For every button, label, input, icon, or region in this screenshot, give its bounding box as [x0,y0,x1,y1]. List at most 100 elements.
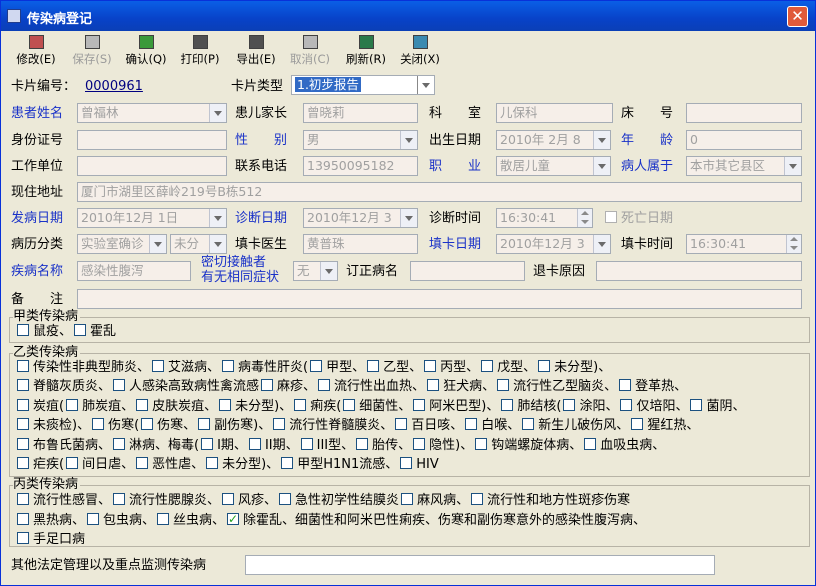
disease-checkbox[interactable]: 副伤寒)、 [198,418,271,433]
disease-checkbox[interactable]: 阿米巴型)、 [413,398,499,414]
checkbox-icon[interactable] [113,437,126,450]
chevron-down-icon[interactable] [209,104,226,122]
checkbox-icon[interactable] [87,512,100,525]
disease-checkbox[interactable]: 未分型)、 [538,360,611,375]
disease-checkbox[interactable]: 伤寒( [92,418,139,433]
checkbox-icon[interactable] [17,379,29,392]
chevron-down-icon[interactable] [400,131,417,149]
birth-date-field[interactable]: 2010年 2月 8 [496,130,611,150]
chevron-down-icon[interactable] [593,157,610,175]
disease-checkbox[interactable]: 鼠疫、 [17,324,72,339]
disease-checkbox[interactable]: 流行性脊髓膜炎、 [273,418,393,433]
checkbox-icon[interactable] [471,493,484,505]
toolbar-button-close[interactable]: 关闭(X) [393,35,447,69]
checkbox-icon[interactable] [294,398,307,411]
disease-checkbox[interactable]: 麻风病、 [401,493,469,508]
checkbox-icon[interactable] [563,398,576,411]
checkbox-icon[interactable] [136,398,149,411]
case-class2-select[interactable]: 未分 [170,234,227,254]
disease-checkbox[interactable]: 淋病、梅毒( [113,437,199,453]
patient-name-field[interactable]: 曾福林 [77,103,227,123]
disease-checkbox[interactable]: 艾滋病、 [152,360,220,375]
disease-checkbox[interactable]: 流行性乙型脑炎、 [497,379,617,394]
disease-checkbox[interactable]: 流行性感冒、 [17,493,111,508]
checkbox-icon[interactable] [481,360,494,372]
disease-checkbox[interactable]: 隐性)、 [413,437,473,453]
checkbox-icon[interactable] [522,418,535,431]
disease-checkbox[interactable]: II期、 [248,437,299,453]
death-checkbox[interactable]: 死亡日期 [605,209,673,229]
disease-checkbox[interactable]: 肺炭疽、 [66,398,134,414]
checkbox-icon[interactable] [92,418,105,431]
disease-checkbox[interactable]: 未分型)、 [219,398,292,414]
disease-checkbox[interactable]: 血吸虫病、 [584,437,665,453]
checkbox-icon[interactable] [248,437,261,450]
chevron-down-icon[interactable] [417,76,434,94]
disease-checkbox[interactable]: 除霍乱、细菌性和阿米巴性痢疾、伤寒和副伤寒意外的感染性腹泻病、 [227,510,646,528]
fill-date-field[interactable]: 2010年12月 3 [496,234,611,254]
checkbox-icon[interactable] [273,418,286,431]
checkbox-icon[interactable] [427,379,440,392]
disease-checkbox[interactable]: 布鲁氏菌病、 [17,437,111,453]
checkbox-icon[interactable] [17,398,29,411]
checkbox-icon[interactable] [261,379,274,392]
checkbox-icon[interactable] [113,379,126,392]
disease-checkbox[interactable]: 包虫病、 [87,512,155,528]
chevron-down-icon[interactable] [209,235,226,253]
disease-checkbox[interactable]: 戊型、 [481,360,536,375]
contact-select[interactable]: 无 [293,261,338,281]
title-bar[interactable]: 传染病登记 ✕ [1,1,815,31]
checkbox-icon[interactable] [17,324,29,336]
checkbox-icon[interactable] [413,398,426,411]
disease-checkbox[interactable]: 乙型、 [367,360,422,375]
toolbar-button-cancel[interactable]: 取消(C) [283,35,337,69]
disease-checkbox[interactable]: 黑热病、 [17,512,85,528]
chevron-down-icon[interactable] [320,262,337,280]
checkbox-icon[interactable] [152,360,165,372]
toolbar-button-edit[interactable]: 修改(E) [9,35,63,69]
toolbar-button-confirm[interactable]: 确认(Q) [119,35,173,69]
disease-checkbox[interactable]: 病毒性肝炎( [222,360,308,375]
disease-checkbox[interactable]: 钩端螺旋体病、 [475,437,582,453]
checkbox-icon[interactable] [198,418,211,431]
disease-checkbox[interactable]: 百日咳、 [395,418,463,433]
case-class-select[interactable]: 实验室确诊 [77,234,167,254]
disease-checkbox[interactable]: 狂犬病、 [427,379,495,394]
checkbox-icon[interactable] [17,512,29,525]
checkbox-icon[interactable] [424,360,437,372]
disease-checkbox[interactable]: 流行性腮腺炎、 [113,493,220,508]
diag-time-field[interactable]: 16:30:41 [496,208,593,228]
checkbox-icon[interactable] [538,360,551,372]
checkbox-icon[interactable] [620,398,633,411]
disease-checkbox[interactable]: 新生儿破伤风、 [522,418,629,433]
checkbox-icon[interactable] [136,457,149,469]
guardian-field[interactable]: 曾晓莉 [303,103,418,123]
disease-checkbox[interactable]: 甲型H1N1流感、 [281,457,398,472]
disease-checkbox[interactable]: 麻疹、 [261,379,316,394]
chevron-down-icon[interactable] [149,235,166,253]
disease-checkbox[interactable]: 猩红热、 [631,418,699,433]
chevron-down-icon[interactable] [784,157,801,175]
disease-checkbox[interactable]: 皮肤炭疽、 [136,398,217,414]
toolbar-button-save[interactable]: 保存(S) [65,35,119,69]
checkbox-icon[interactable] [17,493,29,505]
chevron-down-icon[interactable] [593,131,610,149]
disease-checkbox[interactable]: I期、 [201,437,247,453]
spinner-icon[interactable] [577,209,592,227]
checkbox-icon[interactable] [343,398,356,411]
bed-field[interactable] [686,103,802,123]
checkbox-icon[interactable] [631,418,644,431]
disease-checkbox[interactable]: III型、 [300,437,354,453]
checkbox-icon[interactable] [318,379,331,392]
checkbox-icon[interactable] [227,510,240,528]
checkbox-icon[interactable] [141,418,154,431]
disease-checkbox[interactable]: 菌阴、 [690,398,745,414]
disease-checkbox[interactable]: 恶性虐、 [136,457,204,472]
revise-field[interactable] [410,261,525,281]
disease-checkbox[interactable]: 肺结核( [501,398,561,414]
checkbox-icon[interactable] [157,512,170,525]
checkbox-icon[interactable] [113,493,126,505]
checkbox-icon[interactable] [279,493,292,505]
disease-checkbox[interactable]: 未痰检)、 [17,418,90,433]
disease-checkbox[interactable]: 仅培阳、 [620,398,688,414]
